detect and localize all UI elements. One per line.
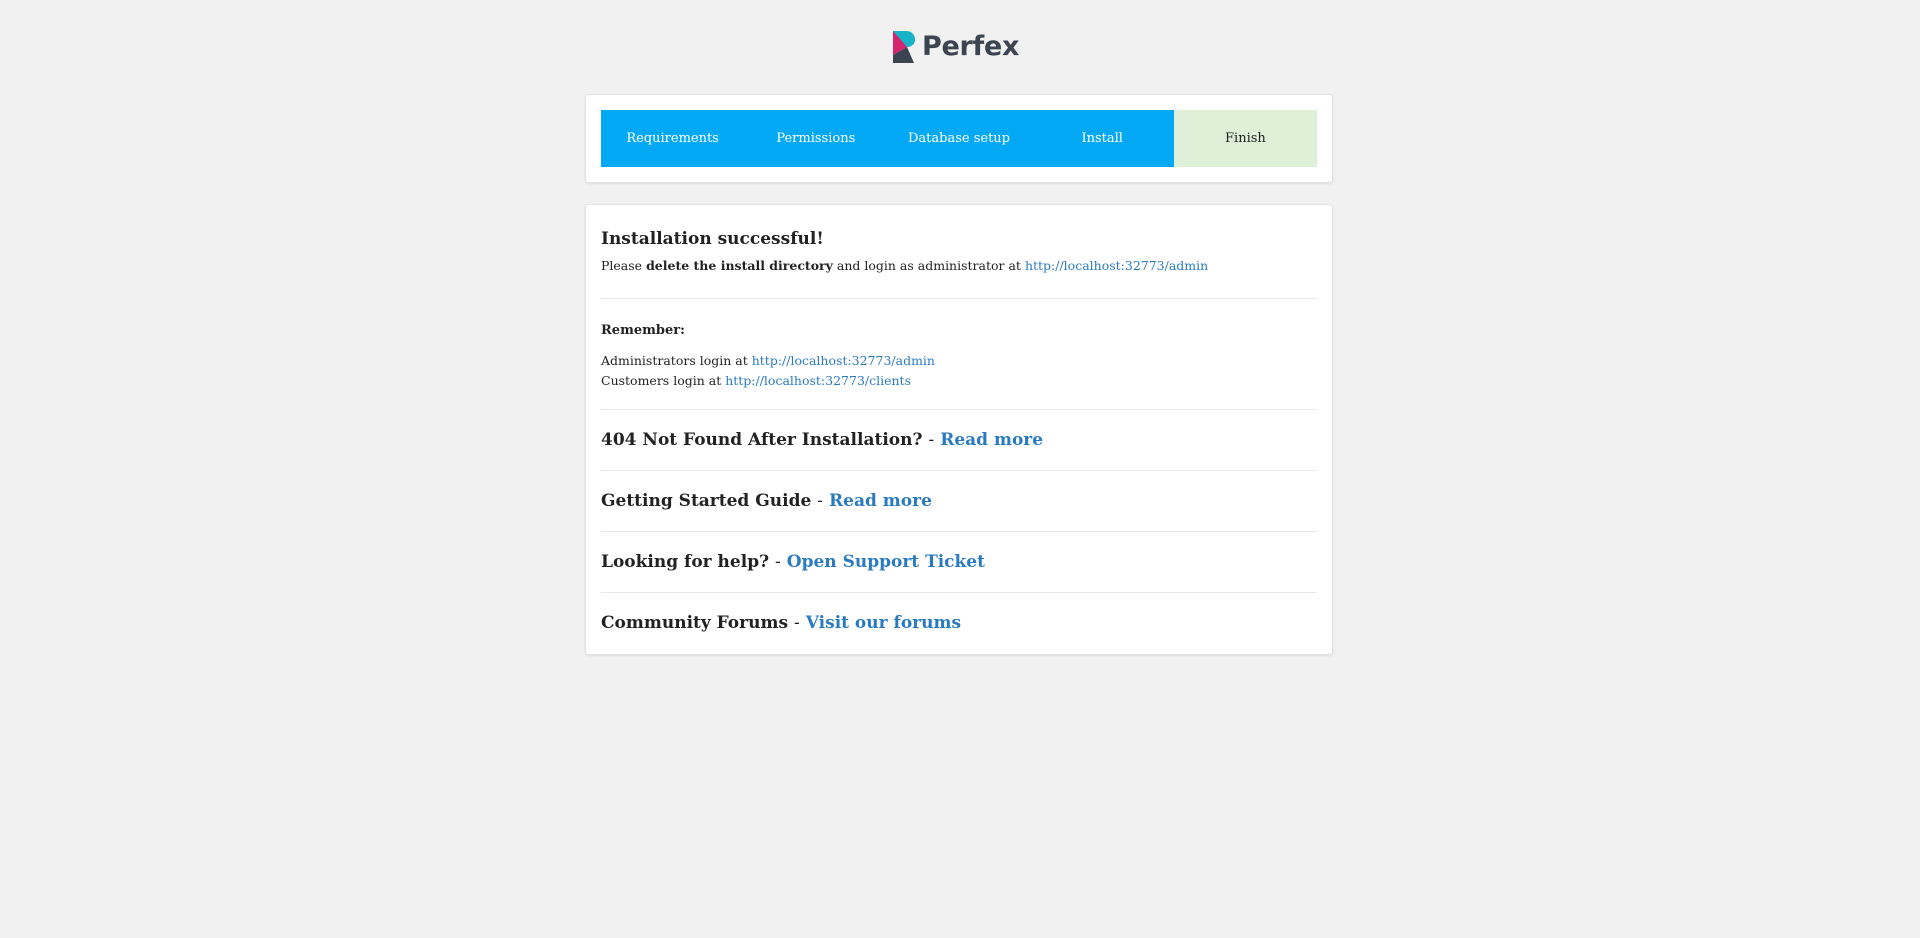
admin-login-link[interactable]: http://localhost:32773/admin (752, 353, 935, 368)
help-row-forums: Community Forums - Visit our forums (601, 593, 1317, 653)
login-as-admin-text: and login as administrator at (836, 258, 1021, 273)
separator: - (928, 430, 935, 450)
open-support-ticket-link[interactable]: Open Support Ticket (787, 552, 985, 572)
help-row-support: Looking for help? - Open Support Ticket (601, 532, 1317, 592)
help-row-getting-started: Getting Started Guide - Read more (601, 471, 1317, 531)
install-steps: Requirements Permissions Database setup … (601, 110, 1318, 167)
customer-login-label: Customers login at (601, 373, 722, 388)
perfex-logo[interactable]: Perfex (893, 30, 1019, 64)
remember-block: Remember: Administrators login at http:/… (601, 299, 1317, 409)
install-result-panel: Installation successful! Please delete t… (585, 204, 1333, 655)
perfex-logo-icon (893, 31, 915, 63)
read-more-guide-link[interactable]: Read more (829, 491, 932, 511)
separator: - (817, 491, 824, 511)
separator: - (775, 552, 781, 572)
success-block: Installation successful! Please delete t… (601, 205, 1317, 298)
help-row-title: Community Forums (601, 613, 789, 633)
help-row-404: 404 Not Found After Installation? - Read… (601, 410, 1317, 470)
delete-install-dir-text: delete the install directory (646, 258, 833, 273)
help-row-title: Looking for help? (601, 552, 770, 572)
step-requirements[interactable]: Requirements (601, 110, 745, 167)
admin-url-link[interactable]: http://localhost:32773/admin (1025, 258, 1208, 273)
visit-forums-link[interactable]: Visit our forums (806, 613, 961, 633)
separator: - (794, 613, 800, 633)
step-install[interactable]: Install (1030, 110, 1174, 167)
step-database-setup[interactable]: Database setup (887, 110, 1031, 167)
success-title: Installation successful! (601, 229, 824, 249)
help-row-title: Getting Started Guide (601, 491, 812, 511)
please-text: Please (601, 258, 643, 273)
install-steps-panel: Requirements Permissions Database setup … (585, 94, 1333, 183)
step-finish[interactable]: Finish (1173, 110, 1318, 167)
admin-login-line: Administrators login at http://localhost… (601, 351, 1317, 371)
admin-login-label: Administrators login at (601, 353, 748, 368)
customer-login-line: Customers login at http://localhost:3277… (601, 371, 1317, 391)
remember-title: Remember: (601, 323, 685, 338)
step-permissions[interactable]: Permissions (744, 110, 888, 167)
success-message: Please delete the install directory and … (601, 256, 1317, 276)
logo-text: Perfex (922, 31, 1020, 62)
customer-login-link[interactable]: http://localhost:32773/clients (725, 373, 911, 388)
read-more-404-link[interactable]: Read more (940, 430, 1043, 450)
help-row-title: 404 Not Found After Installation? (601, 430, 923, 450)
